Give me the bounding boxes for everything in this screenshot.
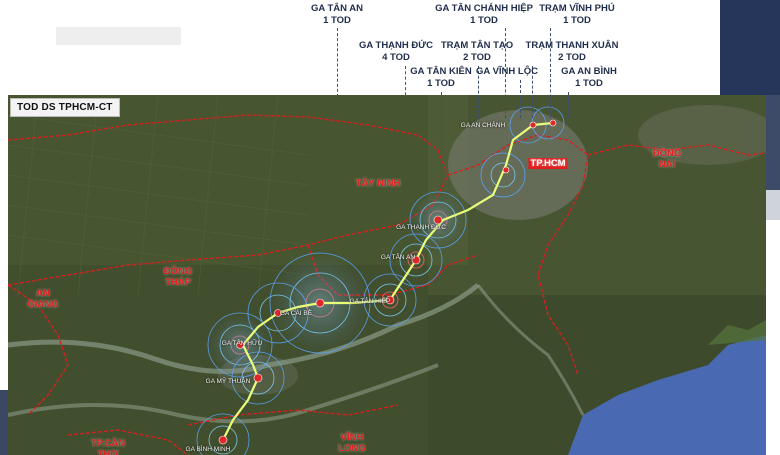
side-grey-block xyxy=(766,190,780,220)
map-label-tan-huu: GA TÂN HỮU xyxy=(221,340,263,347)
bottom-left-accent xyxy=(0,390,8,455)
map-label-an-chanh: GA AN CHÁNH xyxy=(460,122,506,129)
station-name: GA TÂN KIÊN xyxy=(410,66,472,77)
province-dong-nai: ĐỒNG NAI xyxy=(652,148,682,170)
station-tod: 4 TOD xyxy=(382,52,410,63)
map-label-tan-an: GA TÂN AN xyxy=(380,254,416,261)
station-label-vinh-phu[interactable]: TRẠM VĨNH PHÚ 1 TOD xyxy=(539,3,614,27)
leader-vinh-loc xyxy=(520,80,521,118)
station-label-tan-kien[interactable]: GA TÂN KIÊN 1 TOD xyxy=(410,66,471,90)
slide: TOD DS TPHCM-CT TÂY NINH TP.HCM ĐỒNG NAI… xyxy=(0,0,780,455)
header-accent-block xyxy=(720,0,780,100)
station-label-tan-tao[interactable]: TRẠM TÂN TẠO 2 TOD xyxy=(441,40,513,64)
station-name: TRẠM VĨNH PHÚ xyxy=(539,3,615,14)
station-name: GA VĨNH LỘC xyxy=(476,66,538,77)
station-tod: 1 TOD xyxy=(575,78,603,89)
province-dong-thap: ĐỒNG THÁP xyxy=(163,266,193,288)
side-accent-block xyxy=(766,95,780,195)
map-title: TOD DS TPHCM-CT xyxy=(10,98,120,117)
station-tod: 1 TOD xyxy=(563,15,591,26)
station-label-tan-chanh-hiep[interactable]: GA TÂN CHÁNH HIỆP 1 TOD xyxy=(435,3,533,27)
station-name: GA THẠNH ĐỨC xyxy=(358,40,434,51)
station-name: TRẠM TÂN TẠO xyxy=(440,40,514,51)
station-label-thanh-xuan[interactable]: TRẠM THANH XUÂN 2 TOD xyxy=(526,40,619,64)
map-label-binh-minh: GA BÌNH MINH xyxy=(185,446,231,453)
leader-an-binh xyxy=(568,92,569,118)
station-tod: 1 TOD xyxy=(470,15,498,26)
station-name: GA TÂN AN xyxy=(310,3,364,14)
leader-tan-an xyxy=(337,28,338,163)
station-tod: 1 TOD xyxy=(427,78,455,89)
province-tay-ninh: TÂY NINH xyxy=(355,178,401,189)
province-vinh-long: VĨNH LONG xyxy=(338,432,366,454)
blank-placeholder-bar xyxy=(56,27,181,45)
station-label-thanh-duc[interactable]: GA THẠNH ĐỨC 4 TOD xyxy=(359,40,433,64)
province-can-tho: TP.CẦN THƠ xyxy=(90,438,126,455)
province-an-giang: AN GIANG xyxy=(27,288,59,310)
station-label-vinh-loc[interactable]: GA VĨNH LỘC xyxy=(476,66,538,78)
station-name: TRẠM THANH XUÂN xyxy=(525,40,619,51)
station-tod: 1 TOD xyxy=(323,15,351,26)
map-label-thanh-duc: GA THẠNH ĐỨC xyxy=(396,224,446,231)
station-name: GA TÂN CHÁNH HIỆP xyxy=(435,3,533,14)
leader-thanh-duc xyxy=(405,66,406,106)
station-tod: 2 TOD xyxy=(463,52,491,63)
map-label-tan-hiep: GA TÂN HIỆP xyxy=(349,298,391,305)
map-label-my-thuan: GA MỸ THUẬN xyxy=(205,378,251,385)
station-tod: 2 TOD xyxy=(558,52,586,63)
station-label-tan-an[interactable]: GA TÂN AN 1 TOD xyxy=(311,3,363,27)
station-label-an-binh[interactable]: GA AN BÌNH 1 TOD xyxy=(561,66,617,90)
map-label-cai-be: GA CÁI BÈ xyxy=(279,310,313,317)
station-name: GA AN BÌNH xyxy=(561,66,617,77)
leader-tan-kien xyxy=(441,92,442,202)
province-tphcm: TP.HCM xyxy=(528,158,568,169)
